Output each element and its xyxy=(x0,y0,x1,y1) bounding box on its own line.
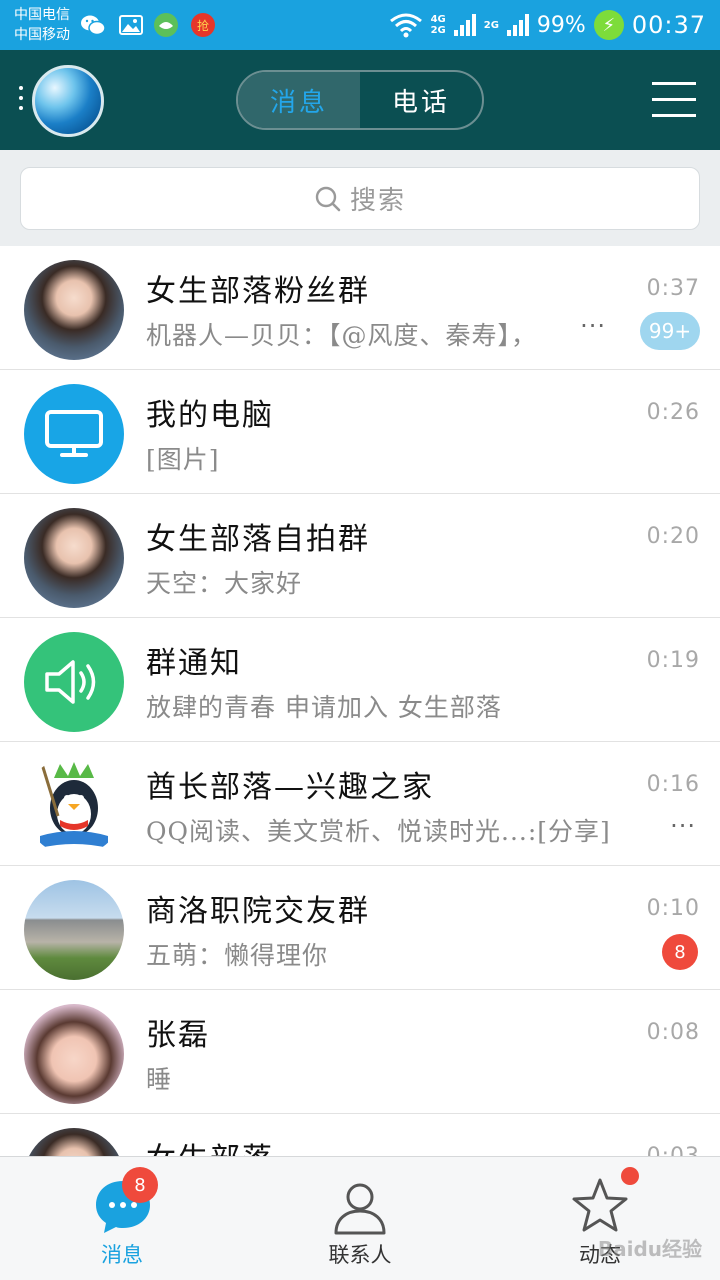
game-icon xyxy=(154,13,178,37)
search-icon xyxy=(315,186,341,211)
girl-avatar xyxy=(24,1128,124,1156)
star-icon xyxy=(572,1178,628,1232)
segment-control: 消息 电话 xyxy=(236,70,484,130)
search-area: 搜索 xyxy=(0,150,720,246)
signal-icon xyxy=(453,14,476,36)
status-time: 00:37 xyxy=(631,11,706,39)
penguin-logo-icon xyxy=(40,762,108,848)
chat-row-group-notice[interactable]: 群通知 放肆的青春 申请加入 女生部落 0:19 xyxy=(0,618,720,742)
chat-time: 0:03 xyxy=(647,1144,700,1156)
chat-list: 女生部落粉丝群 机器人—贝贝：【@风度、秦寿】， ··· 0:37 99+ 我的… xyxy=(0,246,720,1156)
chat-time: 0:10 xyxy=(646,896,700,921)
message-ellipsis: ··· xyxy=(670,812,696,840)
chat-message: 放肆的青春 申请加入 女生部落 xyxy=(146,693,502,722)
search-placeholder: 搜索 xyxy=(349,186,406,216)
chat-row-college-group[interactable]: 商洛职院交友群 五萌：懒得理你 0:10 8 xyxy=(0,866,720,990)
signal-icon-2 xyxy=(506,14,529,36)
chat-row-chief-tribe[interactable]: 酋长部落—兴趣之家 QQ阅读、美文赏析、悦读时光...:[分享] ··· 0:1… xyxy=(0,742,720,866)
chat-time: 0:16 xyxy=(646,772,700,797)
chat-title: 女生部落粉丝群 xyxy=(146,274,370,309)
chat-message: [图片] xyxy=(146,445,220,474)
chat-message: QQ阅读、美文赏析、悦读时光...:[分享] xyxy=(146,817,611,846)
chat-time: 0:26 xyxy=(646,400,700,425)
chat-title: 酋长部落—兴趣之家 xyxy=(146,770,434,805)
gallery-icon xyxy=(119,15,143,35)
speaker-icon xyxy=(45,660,96,704)
chat-title: 商洛职院交友群 xyxy=(146,894,370,929)
chat-title: 群通知 xyxy=(146,646,242,681)
wechat-icon xyxy=(81,15,106,36)
chat-row-girl-tribe[interactable]: 女生部落 0:03 xyxy=(0,1114,720,1156)
tab-unread-badge: 8 xyxy=(122,1167,158,1203)
search-input[interactable]: 搜索 xyxy=(20,167,700,230)
app-header: 消息 电话 xyxy=(0,50,720,150)
chat-title: 女生部落 xyxy=(146,1134,274,1156)
new-dot xyxy=(621,1167,639,1185)
tab-messages[interactable]: 消息 xyxy=(238,72,360,128)
profile-avatar[interactable] xyxy=(32,65,104,137)
girl-avatar xyxy=(24,508,124,608)
monitor-icon xyxy=(45,410,103,457)
chat-row-fan-group[interactable]: 女生部落粉丝群 机器人—贝贝：【@风度、秦寿】， ··· 0:37 99+ xyxy=(0,246,720,370)
chat-row-selfie-group[interactable]: 女生部落自拍群 天空：大家好 0:20 xyxy=(0,494,720,618)
menu-icon[interactable] xyxy=(652,82,696,118)
status-right: 4G 2G 2G 99% ⚡ 00:37 xyxy=(389,0,706,50)
tab-phone[interactable]: 电话 xyxy=(360,72,482,128)
chat-message: 五萌：懒得理你 xyxy=(146,941,329,970)
message-ellipsis: ··· xyxy=(580,312,606,340)
chat-title: 女生部落自拍群 xyxy=(146,522,370,557)
chat-title: 张磊 xyxy=(146,1018,210,1053)
unread-badge: 8 xyxy=(662,934,698,970)
network-label-4g: 4G xyxy=(430,14,446,25)
bottom-tab-bar: 8 消息 联系人 动态 Baidu经验 xyxy=(0,1156,720,1280)
chat-title: 我的电脑 xyxy=(146,398,274,433)
status-bar: 中国电信 中国移动 抢 4G 2G 2G 99% ⚡ 00:37 xyxy=(0,0,720,50)
watermark: Baidu经验 xyxy=(597,1237,702,1261)
chat-time: 0:20 xyxy=(646,524,700,549)
tab-label: 联系人 xyxy=(328,1243,392,1267)
chat-time: 0:08 xyxy=(646,1020,700,1045)
contacts-icon xyxy=(334,1183,386,1235)
carrier-1: 中国电信 xyxy=(14,7,70,23)
chat-time: 0:19 xyxy=(646,648,700,673)
chat-message: 机器人—贝贝：【@风度、秦寿】， xyxy=(146,321,538,350)
carrier-info: 中国电信 中国移动 xyxy=(14,5,70,45)
computer-avatar xyxy=(24,384,124,484)
chat-row-zhang-lei[interactable]: 张磊 睡 0:08 xyxy=(0,990,720,1114)
unread-badge: 99+ xyxy=(640,312,700,350)
tab-contacts[interactable]: 联系人 xyxy=(280,1157,440,1280)
chat-row-my-computer[interactable]: 我的电脑 [图片] 0:26 xyxy=(0,370,720,494)
campus-avatar xyxy=(24,880,124,980)
user-avatar xyxy=(24,1004,124,1104)
carrier-2: 中国移动 xyxy=(14,27,70,43)
chat-message: 天空：大家好 xyxy=(146,569,303,598)
battery-percent: 99% xyxy=(536,12,586,38)
red-packet-icon: 抢 xyxy=(191,13,215,37)
svg-text:抢: 抢 xyxy=(197,18,209,33)
tab-label: 消息 xyxy=(101,1243,143,1267)
network-label-2g: 2G xyxy=(430,25,446,36)
notice-avatar xyxy=(24,632,124,732)
penguin-avatar xyxy=(24,756,124,856)
chat-message: 睡 xyxy=(146,1065,173,1094)
charging-icon: ⚡ xyxy=(593,10,624,40)
more-dots-icon[interactable] xyxy=(19,86,23,116)
chat-time: 0:37 xyxy=(646,276,700,301)
wifi-icon xyxy=(389,13,422,38)
tab-messages-bottom[interactable]: 8 消息 xyxy=(42,1157,202,1280)
girl-avatar xyxy=(24,260,124,360)
network-type-1: 4G 2G xyxy=(431,14,446,36)
network-type-2: 2G xyxy=(483,19,499,31)
